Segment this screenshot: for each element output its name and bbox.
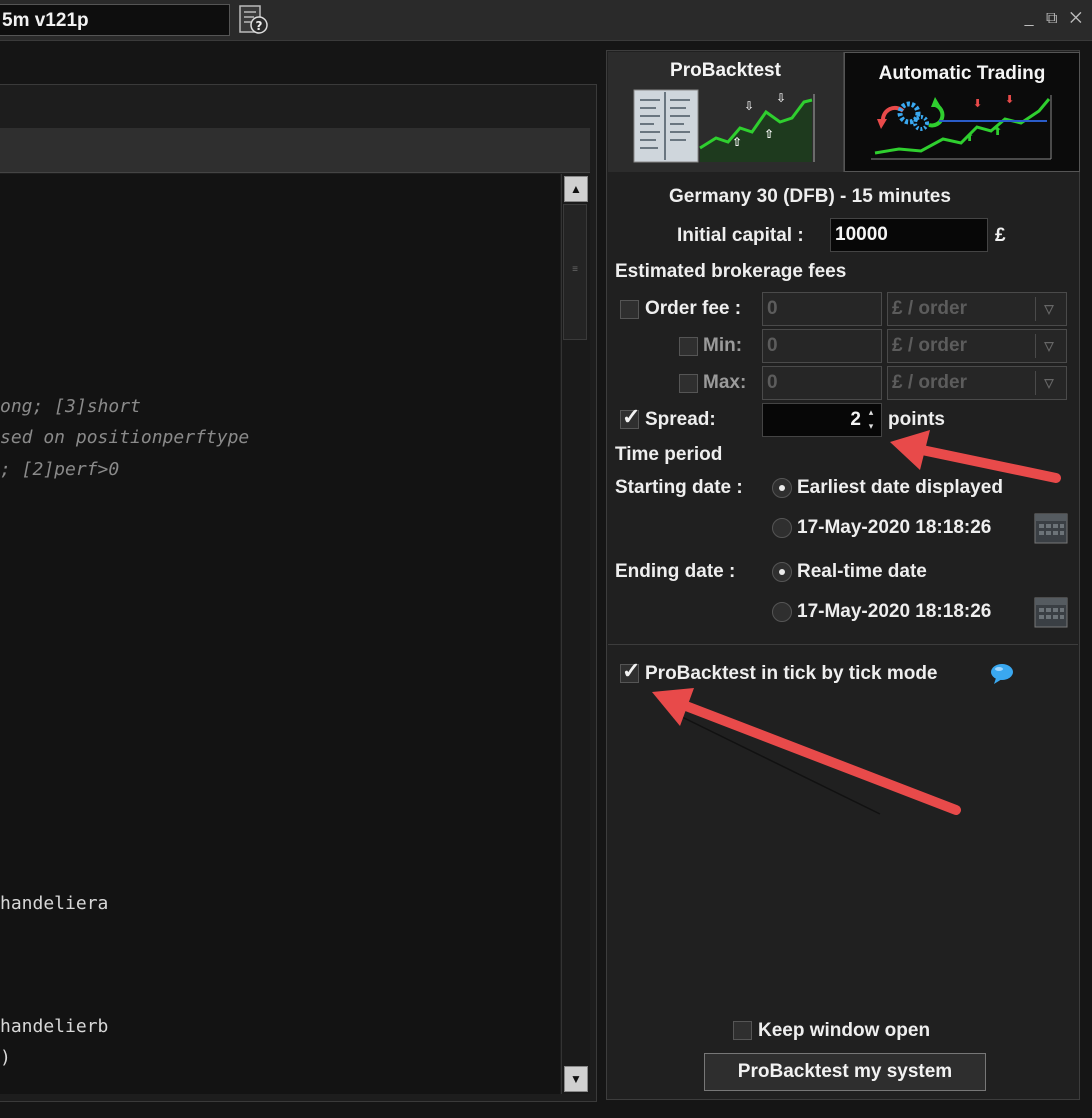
- chevron-down-icon[interactable]: ▽: [1035, 334, 1062, 358]
- chevron-down-icon[interactable]: ▽: [1035, 371, 1062, 395]
- fees-heading: Estimated brokerage fees: [615, 261, 847, 282]
- chevron-down-icon[interactable]: ▽: [1035, 297, 1062, 321]
- svg-text:⇩: ⇩: [744, 99, 754, 113]
- spread-stepper[interactable]: ▴ ▾: [864, 405, 878, 435]
- automatic-trading-illustration-icon: ⬇ ⬇ ⬆ ⬆: [871, 93, 1052, 160]
- calendar-icon[interactable]: [1034, 594, 1068, 628]
- keep-window-open-label: Keep window open: [758, 1020, 931, 1041]
- tick-mode-checkbox[interactable]: ✓: [620, 658, 640, 683]
- order-fee-checkbox[interactable]: [620, 300, 639, 319]
- ending-date-label: Ending date :: [615, 561, 736, 582]
- order-fee-label: Order fee :: [645, 298, 742, 319]
- scroll-up-icon[interactable]: ▲: [564, 176, 588, 202]
- run-probacktest-button[interactable]: ProBacktest my system: [704, 1053, 986, 1091]
- initial-capital-input[interactable]: 10000: [830, 218, 988, 252]
- min-fee-label: Min:: [703, 335, 743, 356]
- currency-symbol: £: [995, 225, 1006, 246]
- scroll-down-icon[interactable]: ▼: [564, 1066, 588, 1092]
- svg-text:⬇: ⬇: [1005, 93, 1014, 106]
- system-name-field[interactable]: 5m v121p: [0, 4, 230, 36]
- time-period-heading: Time period: [615, 444, 723, 465]
- spread-unit: points: [888, 409, 945, 430]
- code-line: handelierb: [0, 1016, 109, 1037]
- calendar-icon[interactable]: [1034, 510, 1068, 544]
- order-fee-unit-select[interactable]: £ / order ▽: [887, 292, 1067, 326]
- spread-label: Spread:: [645, 409, 716, 430]
- min-fee-input[interactable]: 0: [762, 329, 882, 363]
- max-fee-label: Max:: [703, 372, 747, 393]
- max-fee-input[interactable]: 0: [762, 366, 882, 400]
- code-line: sed on positionperftype: [0, 427, 250, 448]
- code-line: handeliera: [0, 893, 109, 914]
- end-realtime-label: Real-time date: [797, 561, 927, 582]
- code-line: ; [2]perf>0: [0, 459, 120, 480]
- svg-text:?: ?: [256, 19, 263, 33]
- svg-text:⇧: ⇧: [764, 127, 774, 141]
- svg-text:⇩: ⇩: [776, 91, 786, 105]
- starting-date-label: Starting date :: [615, 477, 743, 498]
- editor-tab-bar: [0, 128, 590, 173]
- order-fee-input[interactable]: 0: [762, 292, 882, 326]
- probacktest-illustration-icon: ⇩ ⇩ ⇧ ⇧: [633, 89, 815, 163]
- svg-text:⬇: ⬇: [973, 97, 982, 110]
- order-fee-unit-value: £ / order: [892, 298, 967, 319]
- min-fee-unit-select[interactable]: £ / order ▽: [887, 329, 1067, 363]
- code-line: ong; [3]short: [0, 396, 141, 417]
- tab-automatic-trading-label: Automatic Trading: [878, 63, 1046, 84]
- start-date-value: 17-May-2020 18:18:26: [797, 517, 992, 538]
- start-earliest-radio[interactable]: [772, 478, 792, 498]
- svg-text:⬆: ⬆: [965, 131, 974, 144]
- tick-mode-label: ProBacktest in tick by tick mode: [645, 663, 938, 684]
- start-earliest-label: Earliest date displayed: [797, 477, 1003, 498]
- tab-probacktest[interactable]: ProBacktest ⇩ ⇩ ⇧ ⇧: [608, 52, 844, 172]
- scrollbar-thumb[interactable]: ≡: [563, 204, 587, 340]
- end-realtime-radio[interactable]: [772, 562, 792, 582]
- start-date-radio[interactable]: [772, 518, 792, 538]
- window-controls[interactable]: _ ⧉ ✕: [1025, 10, 1086, 28]
- min-fee-unit-value: £ / order: [892, 335, 967, 356]
- code-editor[interactable]: ong; [3]short sed on positionperftype ; …: [0, 174, 560, 1094]
- instrument-label: Germany 30 (DFB) - 15 minutes: [669, 186, 951, 207]
- tab-automatic-trading[interactable]: Automatic Trading ⬇ ⬇ ⬆ ⬆: [844, 52, 1080, 172]
- max-fee-unit-select[interactable]: £ / order ▽: [887, 366, 1067, 400]
- keep-window-open-checkbox[interactable]: [733, 1021, 752, 1040]
- max-fee-unit-value: £ / order: [892, 372, 967, 393]
- info-bubble-icon[interactable]: [990, 663, 1014, 685]
- svg-text:⇧: ⇧: [732, 135, 742, 149]
- help-document-icon[interactable]: ?: [236, 4, 270, 36]
- panel-divider: [608, 644, 1078, 645]
- min-fee-checkbox[interactable]: [679, 337, 698, 356]
- initial-capital-label: Initial capital :: [677, 225, 804, 246]
- svg-text:⬆: ⬆: [993, 125, 1002, 138]
- tab-probacktest-label: ProBacktest: [670, 60, 781, 81]
- end-date-radio[interactable]: [772, 602, 792, 622]
- max-fee-checkbox[interactable]: [679, 374, 698, 393]
- code-line: ): [0, 1047, 11, 1068]
- end-date-value: 17-May-2020 18:18:26: [797, 601, 992, 622]
- spread-checkbox[interactable]: ✓: [620, 404, 640, 429]
